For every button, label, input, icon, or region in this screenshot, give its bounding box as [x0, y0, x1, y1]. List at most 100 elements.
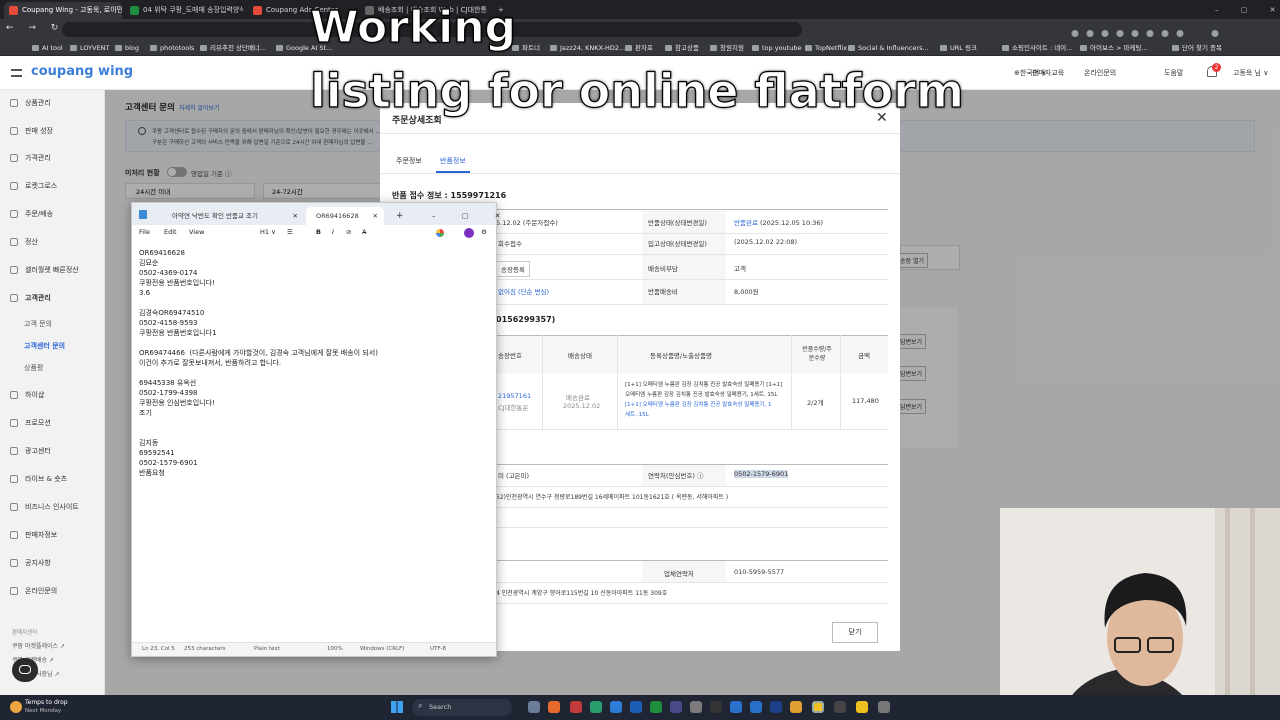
sidebar-footer-link[interactable]: 쿠팡 마켓플레이스 ↗ [12, 641, 65, 650]
clear-format-icon[interactable]: A̶ [362, 228, 366, 236]
menu-icon[interactable] [11, 69, 22, 77]
copilot-icon[interactable] [436, 229, 444, 237]
close-tab-icon[interactable]: ✕ [373, 207, 378, 225]
close-button[interactable]: 닫기 [832, 622, 878, 643]
help-link[interactable]: 도움말 [1164, 68, 1183, 78]
app-icon[interactable] [710, 701, 722, 713]
bookmark[interactable]: 쇼핑인사이트 : 네이... [1002, 42, 1072, 54]
invoice-link[interactable]: 21957161 [498, 392, 531, 400]
sidebar-item[interactable]: 하이샵 [10, 390, 44, 400]
notepad-window-controls[interactable]: – ▢ ✕ [432, 207, 512, 225]
account-avatar[interactable] [464, 228, 474, 238]
settings-icon[interactable]: ⚙ [481, 228, 487, 236]
bookmark[interactable]: phototools [150, 42, 194, 54]
bookmark[interactable]: TopNetflix [805, 42, 847, 54]
sidebar-item[interactable]: 광고센터 [10, 446, 51, 456]
bookmark[interactable]: blog [115, 42, 139, 54]
sidebar-item[interactable]: 판매 성장 [10, 126, 53, 136]
menu-file[interactable]: File [139, 228, 150, 236]
app-icon[interactable] [770, 701, 782, 713]
bookmark[interactable]: AI tool [32, 42, 63, 54]
notepad-tab-active[interactable]: OR69416628 ✕ [306, 207, 384, 225]
sidebar-item[interactable]: 공지사항 [10, 558, 51, 568]
new-tab-button[interactable]: + [394, 207, 404, 225]
menu-view[interactable]: View [189, 228, 204, 236]
kakaotalk-icon[interactable] [812, 701, 824, 713]
notepad-tab[interactable]: 아약연 낙번도 확인 반품교 조기 ✕ [154, 207, 304, 225]
sidebar-item[interactable]: 가격관리 [10, 153, 51, 163]
app-icon[interactable] [570, 701, 582, 713]
online-inquiry-link[interactable]: 온라인문의 [1084, 68, 1116, 78]
italic-icon[interactable]: I [332, 228, 334, 236]
notepad-text-area[interactable]: OR69416628 김묘순 0502-4369-0174 쿠팡전용 반품번호입… [139, 248, 378, 478]
chat-bubble-button[interactable] [12, 658, 38, 682]
windows-start-icon[interactable] [391, 701, 403, 713]
bookmark[interactable]: 리뷰추천 상단배너... [200, 42, 266, 54]
sidebar-item[interactable]: 로켓그로스 [10, 181, 57, 191]
bookmark[interactable]: 아이보스 > 마케팅... [1080, 42, 1148, 54]
bookmark[interactable]: 창원지원 [710, 42, 744, 54]
kakaotalk-icon[interactable] [856, 701, 868, 713]
bookmark[interactable]: top youtube [752, 42, 801, 54]
sidebar-subitem-selected[interactable]: 고객센터 문의 [10, 341, 65, 351]
weather-icon[interactable] [10, 701, 22, 713]
close-tab-icon[interactable]: ✕ [293, 207, 298, 225]
excel-icon[interactable] [650, 701, 662, 713]
app-icon[interactable] [730, 701, 742, 713]
window-controls[interactable]: – ▢ ✕ [1215, 2, 1275, 19]
register-invoice-button[interactable]: 송장등록 [496, 261, 530, 277]
weather-text[interactable]: Temps to drop [25, 699, 68, 706]
brave-icon[interactable] [548, 701, 560, 713]
app-icon[interactable] [750, 701, 762, 713]
bookmark[interactable]: 참고상품 [665, 42, 699, 54]
coupang-wing-logo[interactable]: coupang wing [31, 64, 133, 79]
link-icon[interactable]: ⊘ [346, 228, 351, 236]
extensions-icon[interactable] [1070, 24, 1220, 37]
sidebar-subitem[interactable]: 상품평 [10, 363, 43, 373]
browser-tab[interactable]: 04 위탁 쿠팡_도매매 송장입력양식 [125, 2, 243, 19]
sidebar-subitem[interactable]: 고객 문의 [10, 319, 52, 329]
bookmark[interactable]: Jazz24, KNKX-HD2... [550, 42, 625, 54]
back-forward-reload-icon[interactable]: ← → ↻ [6, 23, 64, 33]
sidebar-item[interactable]: 셀러월렛 빠른정산 [10, 265, 79, 275]
bookmark[interactable]: 파트너 [512, 42, 540, 54]
sidebar-item[interactable]: 라이브 & 숏츠 [10, 474, 67, 484]
bookmark[interactable]: Social & Influencers... [848, 42, 929, 54]
tab-order-info[interactable]: 주문정보 [396, 156, 422, 166]
app-icon[interactable] [590, 701, 602, 713]
app-icon[interactable] [834, 701, 846, 713]
sidebar-item[interactable]: 비즈니스 인사이트 [10, 502, 79, 512]
seller-education-link[interactable]: 판매자교육 [1032, 68, 1064, 78]
app-icon[interactable] [690, 701, 702, 713]
user-menu[interactable]: 고동욱 님 ∨ [1233, 68, 1268, 78]
taskbar-search[interactable]: ⌕ Search [412, 699, 512, 716]
sidebar-item[interactable]: 온라인문의 [10, 586, 57, 596]
bookmark[interactable]: 단어 찾기 종목 [1172, 42, 1222, 54]
sidebar-item[interactable]: 정산 [10, 237, 38, 247]
price-icon [10, 154, 18, 162]
task-view-icon[interactable] [528, 701, 540, 713]
sidebar-item[interactable]: 주문/배송 [10, 209, 53, 219]
outlook-icon[interactable] [630, 701, 642, 713]
list-icon[interactable]: ☰ [287, 228, 293, 236]
bold-icon[interactable]: B [316, 228, 321, 236]
shipping-payer-value: 고객 [734, 265, 746, 273]
sidebar-item[interactable]: 상품관리 [10, 98, 51, 108]
app-icon[interactable] [670, 701, 682, 713]
sidebar-item[interactable]: 프로모션 [10, 418, 51, 428]
heading-select[interactable]: H1 ∨ [260, 228, 276, 236]
menu-edit[interactable]: Edit [164, 228, 177, 236]
app-icon[interactable] [610, 701, 622, 713]
bookmark[interactable]: URL 링크 [940, 42, 977, 54]
notification-badge: 2 [1212, 63, 1221, 72]
sidebar-item[interactable]: 고객관리 [10, 293, 51, 303]
tab-return-info[interactable]: 반품정보 [440, 156, 466, 166]
app-icon[interactable] [790, 701, 802, 713]
browser-tab[interactable]: Coupang Wing - 고동욱, 로이민 [4, 2, 122, 19]
app-icon[interactable] [878, 701, 890, 713]
bookmark[interactable]: LOYVENT [70, 42, 110, 54]
sidebar-item[interactable]: 판매자정보 [10, 530, 57, 540]
field-label: 반품상태(상태변경일) [648, 219, 707, 227]
bookmark[interactable]: 판자포 [625, 42, 653, 54]
browser-tab-bar: Coupang Wing - 고동욱, 로이민 04 위탁 쿠팡_도매매 송장입… [0, 0, 1280, 19]
